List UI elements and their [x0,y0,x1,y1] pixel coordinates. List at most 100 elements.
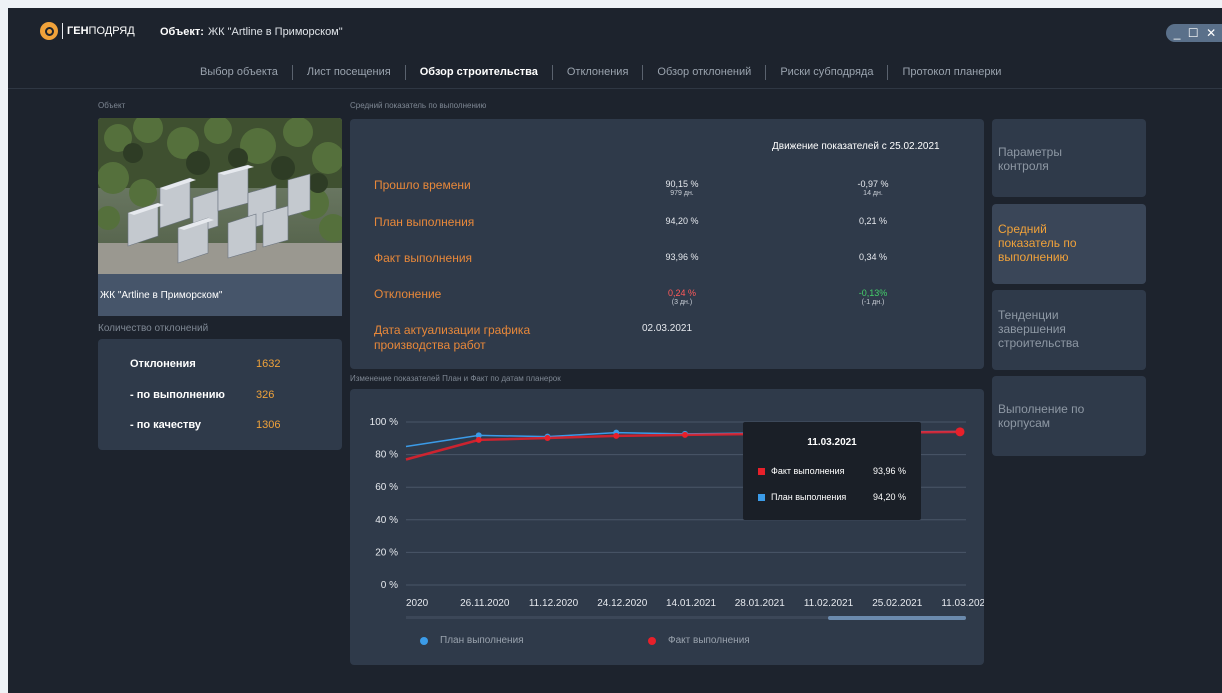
minimize-icon[interactable]: _ [1174,26,1181,40]
deviations-total-label: Отклонения [130,358,196,370]
elapsed-time-days: 979 дн. [670,190,694,197]
side-btn-avg-execution-line3: выполнению [998,250,1069,264]
window-controls: _ ☐ ✕ [1166,24,1222,42]
object-label: Объект: [160,26,204,38]
fact-value: 93,96 % [665,252,699,262]
tab-meeting-protocol[interactable]: Протокол планерки [887,65,1015,80]
logo: ГЕНПОДРЯД [40,22,135,40]
data-point[interactable] [475,436,482,443]
close-icon[interactable]: ✕ [1206,26,1216,40]
data-point[interactable] [613,432,620,439]
chart-panel: 100 % 80 % 60 % 40 % 20 % 0 % 2020 26.11.2020 1… [350,389,984,665]
update-date-value: 02.03.2021 [641,323,693,334]
deviation-delta: -0,13% (-1 дн.) [833,288,913,308]
x-tick-label: 11.02.2021 [804,598,854,609]
y-tick-label: 80 % [375,450,398,461]
logo-icon [40,22,58,40]
app-window: ГЕНПОДРЯД Объект: ЖК "Artline в Приморск… [8,8,1222,693]
tab-visit-sheet[interactable]: Лист посещения [291,65,405,80]
deviation-days: (3 дн.) [671,299,693,306]
side-btn-by-building-line2: корпусам [998,416,1051,430]
object-caption: Объект [98,101,126,110]
avg-caption: Средний показатель по выполнению [350,101,487,110]
side-btn-by-building-line1: Выполнение по [998,402,1085,416]
elapsed-time-label: Прошло времени [374,178,471,192]
tooltip-date: 11.03.2021 [807,437,857,448]
tooltip-fact-label: Факт выполнения [771,466,845,476]
x-tick-label: 24.12.2020 [597,598,647,609]
x-tick-label: 26.11.2020 [460,598,510,609]
y-tick-label: 40 % [375,515,398,526]
chart-tooltip: 11.03.2021 Факт выполнения 93,96 % План … [743,422,921,520]
tooltip-fact-row: Факт выполнения [758,466,845,476]
avg-panel: Движение показателей с 25.02.2021 Прошло… [350,119,984,369]
side-btn-control-params-line1: Параметры [998,145,1062,159]
elapsed-time-delta: -0,97 % 14 дн. [833,179,913,199]
plan-value: 94,20 % [665,216,699,226]
side-btn-avg-execution-line1: Средний [998,222,1047,236]
deviation-delta-days: (-1 дн.) [861,299,885,306]
x-tick-label: 11.03.2021 [941,598,984,609]
data-point[interactable] [955,427,965,437]
data-point[interactable] [682,431,688,438]
legend-plan[interactable]: План выполнения [420,635,524,646]
logo-text-bold: ГЕН [67,25,89,37]
deviation-label: Отклонение [374,287,442,301]
side-btn-completion-trends-line3: строительства [998,336,1079,350]
side-btn-by-building[interactable]: Выполнение по корпусам [992,376,1146,456]
elapsed-time-value: 90,15 % 979 дн. [642,179,722,199]
y-tick-label: 100 % [370,417,398,428]
y-tick-label: 0 % [381,580,398,591]
update-date-label-line2: производства работ [374,338,486,352]
object-photo[interactable] [98,118,342,274]
y-tick-label: 20 % [375,547,398,558]
update-date-label: Дата актуализации графика производства р… [374,323,530,353]
tab-deviations-overview[interactable]: Обзор отклонений [642,65,765,80]
side-btn-avg-execution-line2: показатель по [998,236,1077,250]
fact-label: Факт выполнения [374,251,473,265]
deviations-caption: Количество отклонений [98,323,209,334]
tab-deviations[interactable]: Отклонения [551,65,643,80]
data-point[interactable] [544,434,551,441]
x-tick-label: 25.02.2021 [872,598,922,609]
deviations-execution-value: 326 [256,389,275,401]
update-date-label-line1: Дата актуализации графика [374,323,531,337]
deviation-delta-percent: -0,13% [858,288,888,298]
plan-square-icon [758,493,765,501]
deviations-quality-label: - по качеству [130,419,201,431]
side-btn-completion-trends-line2: завершения [998,322,1066,336]
deviation-percent: 0,24 % [667,288,697,298]
x-tick-label: 11.12.2020 [529,598,579,609]
tab-select-object[interactable]: Выбор объекта [192,65,292,80]
tab-construction-overview[interactable]: Обзор строительства [404,65,552,80]
side-btn-control-params[interactable]: Параметры контроля [992,119,1146,197]
legend-plan-label: План выполнения [440,635,524,646]
legend-fact[interactable]: Факт выполнения [648,635,750,646]
elapsed-time-delta-days: 14 дн. [863,190,883,197]
chart-scrollbar-thumb[interactable] [828,616,966,620]
plan-delta: 0,21 % [858,216,888,226]
side-btn-control-params-line2: контроля [998,159,1049,173]
legend-fact-label: Факт выполнения [668,635,750,646]
tooltip-plan-label: План выполнения [771,492,847,502]
logo-text-light: ПОДРЯД [88,25,135,37]
maximize-icon[interactable]: ☐ [1188,26,1199,40]
tab-subcontract-risks[interactable]: Риски субподряда [765,65,887,80]
fact-square-icon [758,467,765,475]
deviations-execution-label: - по выполнению [130,389,225,401]
elapsed-time-delta-percent: -0,97 % [857,179,889,189]
legend-plan-dot-icon [420,636,428,645]
y-tick-label: 60 % [375,482,398,493]
tab-bar: Выбор объекта Лист посещения Обзор строи… [8,65,1222,80]
x-tick-label: 28.01.2021 [735,598,785,609]
deviations-quality-value: 1306 [256,419,281,431]
deviations-panel: Отклонения 1632 - по выполнению 326 - по… [98,339,342,450]
side-btn-avg-execution[interactable]: Средний показатель по выполнению [992,204,1146,284]
chart-caption: Изменение показателей План и Факт по дат… [350,374,561,383]
deviation-value: 0,24 % (3 дн.) [642,288,722,308]
side-btn-completion-trends-line1: Тенденции [998,308,1059,322]
deviations-total-value: 1632 [256,358,281,370]
side-btn-completion-trends[interactable]: Тенденции завершения строительства [992,290,1146,370]
object-value: ЖК "Artline в Приморском" [208,26,343,38]
tooltip-fact-value: 93,96 % [873,466,907,476]
